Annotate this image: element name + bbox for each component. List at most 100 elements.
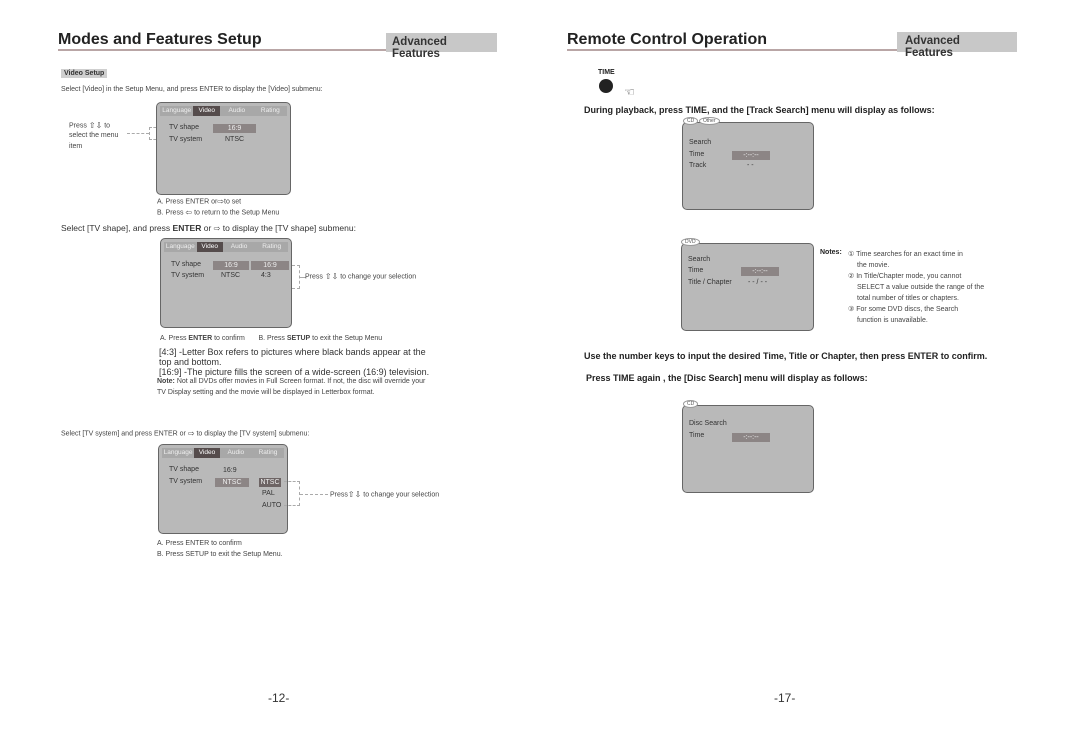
bracket [284, 481, 300, 506]
note-item: ② In Title/Chapter mode, you cannot [848, 271, 984, 282]
option[interactable]: AUTO [262, 502, 281, 509]
menu-heading: Search [689, 139, 712, 146]
step-line: A. Press ENTER to confirm B. Press SETUP… [160, 335, 382, 342]
shape-intro: Select [TV shape], and press ENTER or ⇨ … [61, 223, 356, 233]
track-input[interactable]: - - [747, 162, 754, 169]
menu-tabs: Language Video Audio Rating [160, 106, 287, 116]
note-item: ① Time searches for an exact time in [848, 249, 984, 260]
enter-key-text: ENTER [172, 223, 202, 233]
time-input[interactable]: -:--:-- [732, 151, 770, 160]
note-line: SELECT a value outside the range of the [857, 284, 985, 291]
page-number-left: -12- [268, 691, 290, 705]
tab-rating[interactable]: Rating [254, 106, 287, 116]
track-search-intro: During playback, press TIME, and the [Tr… [584, 105, 935, 115]
step-b: B. Press SETUP to exit the Setup Menu. [157, 551, 283, 558]
up-arrow-icon: ⇧ [324, 272, 332, 281]
dvd-tag: DVD [681, 238, 700, 246]
note-marker: ① [848, 251, 855, 258]
left-arrow-icon: ⇦ [185, 208, 193, 217]
option[interactable]: 4:3 [261, 272, 271, 279]
tab-video[interactable]: Video [196, 242, 223, 252]
tab-audio[interactable]: Audio [220, 448, 252, 458]
note-text: to change your selection [363, 491, 440, 499]
video-setup-label: Video Setup [61, 69, 108, 78]
note-marker: ② [848, 273, 855, 280]
tab-language[interactable]: Language [162, 448, 194, 458]
other-tag: Other [699, 117, 720, 125]
title-chapter-input[interactable]: - - / - - [748, 279, 767, 286]
desc-169: [16:9] -The picture fills the screen of … [159, 367, 430, 377]
dvd-search-osd: Search Time -:--:-- Title / Chapter - - … [681, 243, 814, 331]
tab-audio[interactable]: Audio [223, 242, 256, 252]
menu-row-label: Time [689, 151, 705, 158]
video-menu-osd: Language Video Audio Rating TV shape 16:… [156, 102, 291, 195]
menu-heading: Disc Search [689, 420, 727, 427]
intro-text: Select [TV system] and press ENTER or [61, 430, 186, 438]
notes-list: ① Time searches for an exact time in the… [848, 249, 984, 326]
step-text: A. Press ENTER or [157, 198, 218, 206]
step-text: B. Press [157, 209, 184, 217]
menu-row-value-selected[interactable]: NTSC [215, 478, 249, 487]
title-rule [58, 49, 386, 51]
note-line: Time searches for an exact time in [856, 251, 963, 258]
tv-shape-menu-osd: Language Video Audio Rating TV shape 16:… [160, 238, 292, 328]
note-text: Not all DVDs offer movies in Full Screen… [176, 378, 426, 385]
menu-row-label[interactable]: TV system [169, 136, 202, 143]
section-tab: Advanced Features [386, 33, 497, 60]
track-search-osd: Search Time -:--:-- Track - - [682, 122, 814, 210]
right-arrow-icon: ⇨ [213, 224, 221, 234]
tab-language[interactable]: Language [164, 242, 197, 252]
step-text: to set [224, 198, 242, 206]
menu-row-label[interactable]: TV shape [169, 124, 199, 131]
left-page-title: Modes and Features Setup [58, 31, 262, 48]
menu-heading: Search [688, 256, 711, 263]
tab-video[interactable]: Video [194, 448, 220, 458]
tab-rating[interactable]: Rating [252, 448, 284, 458]
tab-language[interactable]: Language [160, 106, 193, 116]
option-selected[interactable]: 16:9 [251, 261, 289, 270]
side-note-text: Press [69, 122, 87, 130]
setup-key-text: SETUP [286, 335, 311, 342]
down-arrow-icon: ⇩ [95, 121, 103, 130]
option-selected[interactable]: NTSC [259, 478, 281, 487]
intro-text: to display the [TV shape] submenu: [222, 223, 356, 233]
intro-text: or [203, 223, 212, 233]
menu-tabs: Language Video Audio Rating [162, 448, 284, 458]
page-number-right: -17- [774, 691, 796, 705]
menu-row-value-selected[interactable]: 16:9 [213, 124, 256, 133]
down-arrow-icon: ⇩ [354, 490, 362, 499]
note-text: Press [305, 273, 323, 281]
time-input[interactable]: -:--:-- [732, 433, 770, 442]
option[interactable]: PAL [262, 490, 275, 497]
tab-rating[interactable]: Rating [255, 242, 288, 252]
enter-key-text: ENTER [188, 335, 213, 342]
menu-row-label: Track [689, 162, 707, 169]
menu-row-label[interactable]: TV shape [171, 261, 201, 268]
desc-43-cont: top and bottom. [159, 357, 222, 367]
note-marker: ③ [848, 306, 855, 313]
right-arrow-icon: ⇨ [187, 429, 195, 438]
menu-row-value: NTSC [225, 136, 245, 143]
menu-row-value-selected[interactable]: 16:9 [213, 261, 249, 270]
desc-43: [4:3] -Letter Box refers to pictures whe… [159, 347, 426, 357]
connector-line [300, 494, 328, 495]
pointing-hand-icon: ☜ [624, 85, 635, 99]
up-arrow-icon: ⇧ [347, 490, 355, 499]
menu-row-label[interactable]: TV shape [169, 466, 199, 473]
menu-row-label[interactable]: TV system [169, 478, 202, 485]
menu-row-label[interactable]: TV system [171, 272, 204, 279]
step-text: to confirm [214, 335, 245, 342]
time-input[interactable]: -:--:-- [741, 267, 779, 276]
up-arrow-icon: ⇧ [88, 121, 96, 130]
step-text: B. Press [258, 335, 285, 342]
note-line: function is unavailable. [857, 317, 928, 324]
tab-video[interactable]: Video [193, 106, 221, 116]
notes-label: Notes: [820, 249, 842, 256]
step-text: A. Press [160, 335, 187, 342]
disc-search-osd: Disc Search Time -:--:-- [682, 405, 814, 493]
step-a: A. Press ENTER to confirm [157, 540, 242, 547]
tab-audio[interactable]: Audio [220, 106, 253, 116]
note-text: Press [330, 491, 348, 499]
menu-tabs: Language Video Audio Rating [164, 242, 288, 252]
title-rule [567, 49, 897, 51]
